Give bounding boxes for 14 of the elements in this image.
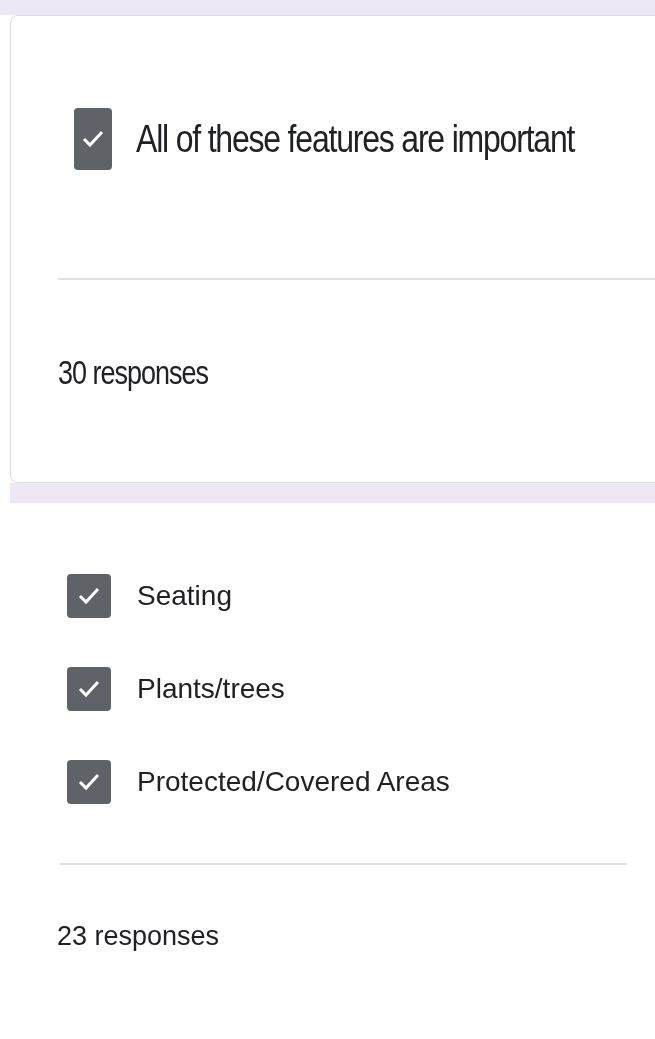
check-icon bbox=[81, 129, 105, 149]
response-count: 23 responses bbox=[57, 921, 221, 952]
checkbox[interactable] bbox=[74, 108, 112, 170]
checkbox[interactable] bbox=[67, 667, 111, 711]
option-label: Protected/Covered Areas bbox=[137, 766, 450, 798]
option-label: Seating bbox=[137, 580, 232, 612]
check-icon bbox=[77, 586, 101, 606]
option-label: All of these features are important bbox=[136, 116, 575, 162]
response-count: 30 responses bbox=[58, 354, 210, 393]
checkbox[interactable] bbox=[67, 574, 111, 618]
option-label: Plants/trees bbox=[137, 673, 285, 705]
check-icon bbox=[77, 772, 101, 792]
check-icon bbox=[77, 679, 101, 699]
checkbox[interactable] bbox=[67, 760, 111, 804]
